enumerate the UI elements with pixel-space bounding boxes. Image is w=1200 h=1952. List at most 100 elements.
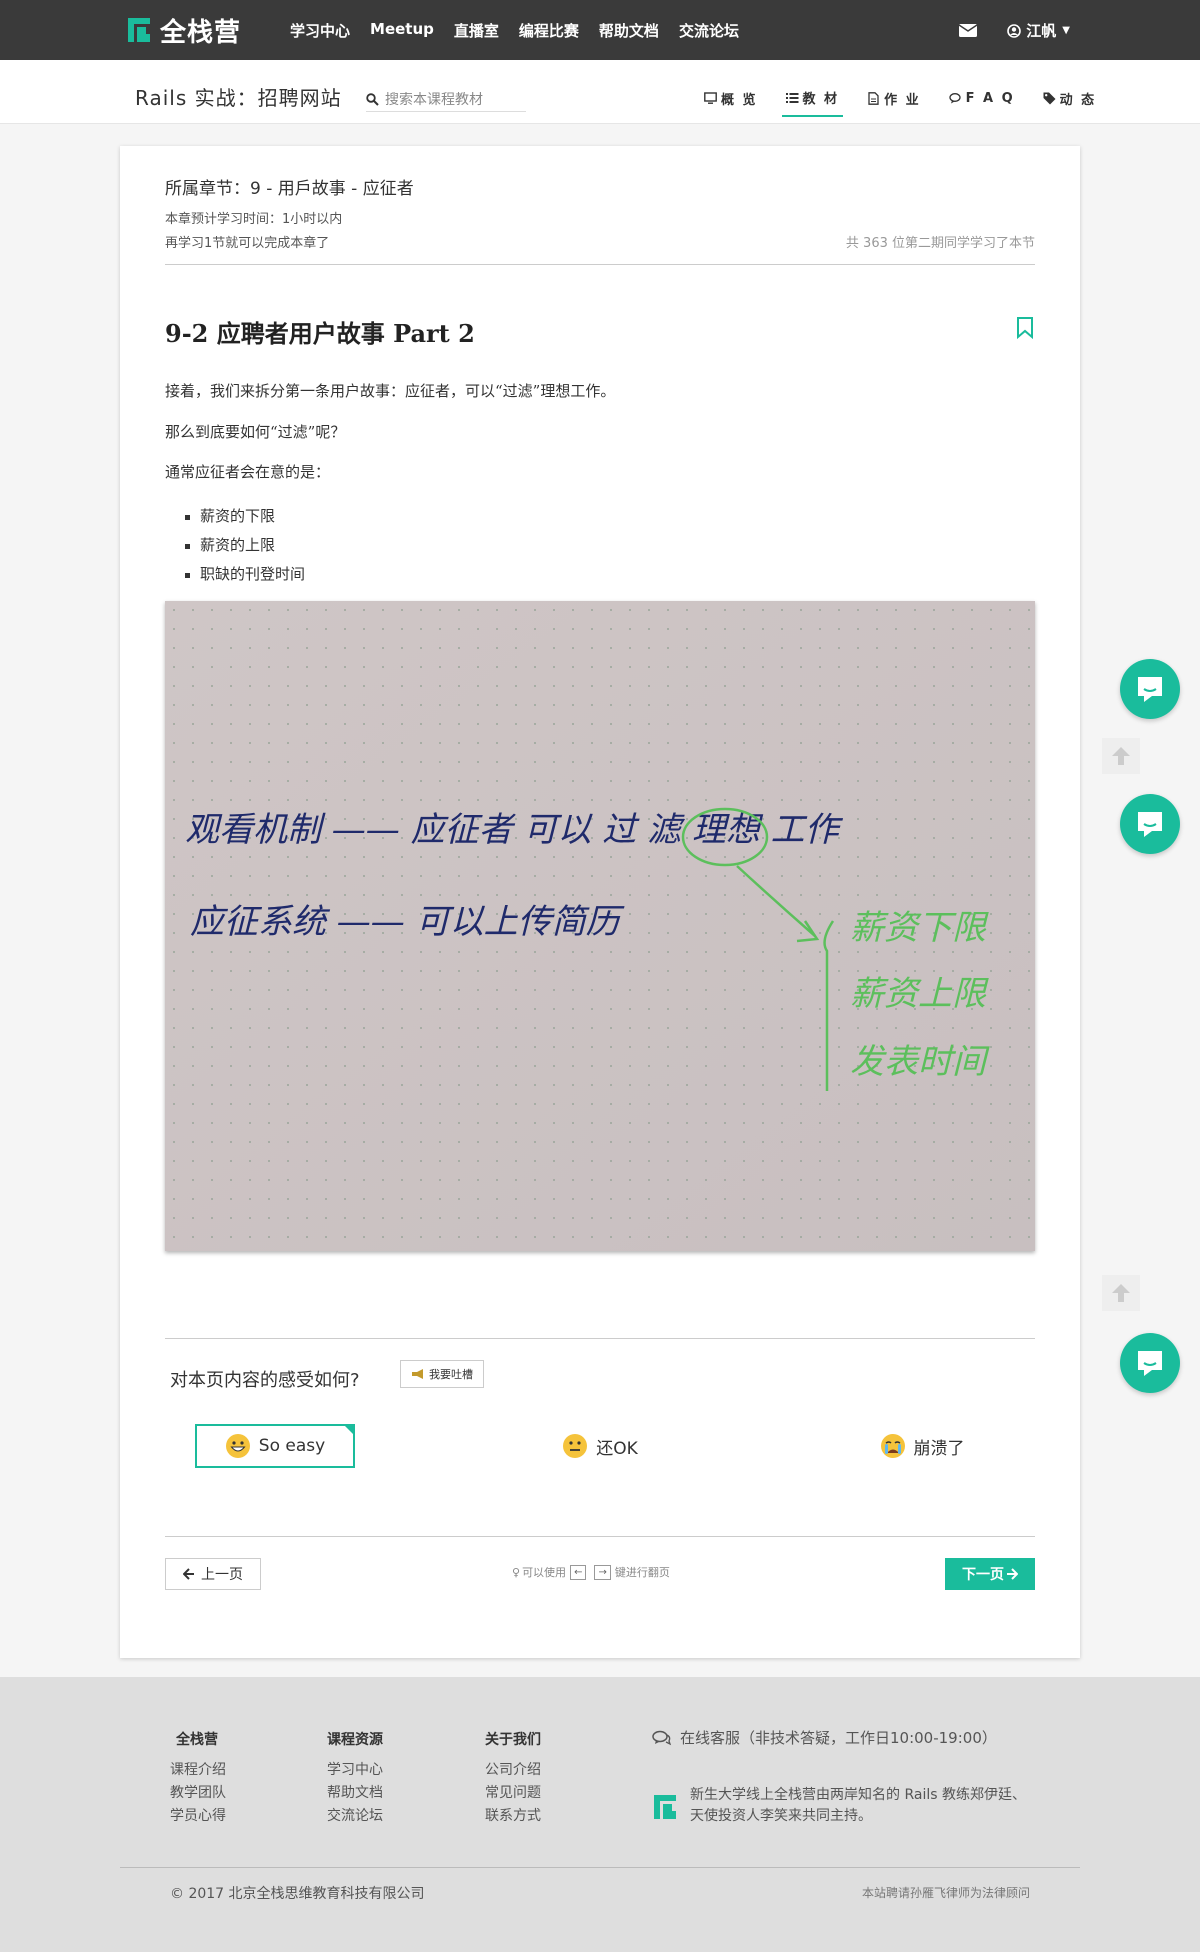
monitor-icon: [704, 92, 717, 104]
online-service[interactable]: 在线客服（非技术答疑，工作日10:00-19:00）: [652, 1727, 997, 1748]
neutral-emoji-icon: [563, 1434, 588, 1458]
footer-heading: 全栈营: [176, 1732, 218, 1748]
lesson-card: 所属章节：9 - 用戶故事 - 应征者 本章预计学习时间：1小时以内 再学习1节…: [120, 146, 1080, 1658]
course-title[interactable]: Rails 实战：招聘网站: [135, 82, 342, 111]
lesson-title: 9-2 应聘者用户故事 Part 2: [165, 319, 475, 348]
nav-link-learning-center[interactable]: 学习中心: [290, 20, 350, 41]
reaction-crashed[interactable]: 崩溃了: [842, 1424, 1002, 1468]
brand-name: 全栈营: [160, 17, 242, 48]
brand-logo[interactable]: 全栈营: [124, 12, 241, 48]
footer-column-camp: 全栈营 课程介绍 教学团队 学员心得: [170, 1729, 226, 1828]
user-menu[interactable]: 江帆: [1026, 20, 1056, 41]
bookmark-icon[interactable]: [1015, 316, 1035, 340]
reaction-so-easy[interactable]: So easy: [195, 1424, 355, 1468]
chat-icon: [1138, 812, 1162, 837]
course-header: Rails 实战：招聘网站 概 览 教 材 作 业 F A Q 动 态: [0, 60, 1200, 124]
nav-link-forum[interactable]: 交流论坛: [679, 20, 739, 41]
tab-label: 作 业: [884, 93, 921, 108]
prev-page-button[interactable]: 上一页: [165, 1558, 261, 1590]
crying-emoji-icon: [880, 1434, 905, 1458]
footer-link[interactable]: 学员心得: [170, 1805, 226, 1828]
notes-line-2: 应征系统 —— 可以上传简历: [190, 902, 625, 942]
keyboard-hint: ♀ 可以使用 ← → 键进行翻页: [512, 1564, 670, 1580]
footer-link[interactable]: 常见问题: [485, 1782, 541, 1805]
list-icon: [785, 93, 799, 103]
back-to-top-button[interactable]: [1102, 1275, 1140, 1311]
tab-materials[interactable]: 教 材: [781, 88, 844, 117]
nav-link-contest[interactable]: 编程比赛: [519, 20, 579, 41]
feedback-question: 对本页内容的感受如何?: [170, 1370, 360, 1391]
footer-link[interactable]: 学习中心: [327, 1759, 383, 1782]
list-item: 职缺的刊登时间: [180, 560, 305, 589]
list-item: 薪资的下限: [180, 502, 305, 531]
mail-icon[interactable]: [959, 24, 978, 37]
back-to-top-button[interactable]: [1102, 738, 1140, 774]
top-navbar: 全栈营 学习中心 Meetup 直播室 编程比赛 帮助文档 交流论坛 江帆 ▼: [0, 0, 1200, 60]
footer-link[interactable]: 教学团队: [170, 1782, 226, 1805]
footer-heading: 关于我们: [485, 1732, 541, 1748]
nav-link-help-docs[interactable]: 帮助文档: [599, 20, 659, 41]
search-icon: [366, 93, 379, 106]
copyright: © 2017 北京全栈思维教育科技有限公司: [170, 1886, 425, 1902]
paragraph: 通常应征者会在意的是：: [165, 463, 331, 481]
notes-green-3: 发表时间: [850, 1042, 990, 1082]
reaction-label: So easy: [258, 1436, 326, 1456]
reaction-label: 还OK: [596, 1438, 638, 1459]
paragraph: 接着，我们来拆分第一条用户故事：应征者，可以“过滤”理想工作。: [165, 382, 616, 400]
tab-label: 动 态: [1059, 93, 1097, 108]
notes-illustration: 观看机制 —— 应征者 可以 过 滤 理想 工作 应征系统 —— 可以上传简历 …: [165, 601, 1035, 1251]
lightbulb-icon: ♀: [512, 1565, 521, 1579]
reaction-label: 崩溃了: [913, 1438, 965, 1459]
chat-button[interactable]: [1120, 1333, 1180, 1393]
search-input[interactable]: [385, 91, 520, 108]
user-circle-icon: [1007, 23, 1022, 38]
tab-homework[interactable]: 作 业: [863, 88, 925, 117]
reaction-ok[interactable]: 还OK: [520, 1424, 680, 1468]
arrow-right-icon: [1007, 1568, 1018, 1580]
notes-green-2: 薪资上限: [850, 974, 989, 1014]
caret-down-icon[interactable]: ▼: [1062, 25, 1070, 36]
next-page-button[interactable]: 下一页: [945, 1558, 1035, 1590]
megaphone-icon: [412, 1369, 423, 1379]
tab-overview[interactable]: 概 览: [700, 88, 762, 117]
remaining-progress: 再学习1节就可以完成本章了: [165, 236, 330, 251]
divider: [165, 264, 1035, 265]
chat-button[interactable]: [1120, 794, 1180, 854]
learner-count: 共 363 位第二期同学学习了本节: [845, 236, 1035, 251]
footer-column-resources: 课程资源 学习中心 帮助文档 交流论坛: [327, 1729, 383, 1828]
nav-link-meetup[interactable]: Meetup: [370, 20, 434, 41]
tab-label: 概 览: [721, 93, 758, 108]
key-left: ←: [570, 1564, 587, 1580]
footer-link[interactable]: 课程介绍: [170, 1759, 226, 1782]
chat-button[interactable]: [1120, 659, 1180, 719]
complain-button[interactable]: 我要吐槽: [400, 1360, 484, 1388]
footer-link[interactable]: 帮助文档: [327, 1782, 383, 1805]
about-text: 新生大学线上全栈营由两岸知名的 Rails 教练郑伊廷、天使投资人李笑来共同主持…: [690, 1787, 1026, 1824]
divider: [165, 1338, 1035, 1339]
tab-activity[interactable]: 动 态: [1039, 88, 1101, 117]
arrow-left-icon: [183, 1568, 194, 1580]
course-search: [366, 88, 526, 112]
footer-link[interactable]: 公司介绍: [485, 1759, 541, 1782]
logo-icon: [128, 18, 150, 42]
legal-notice: 本站聘请孙雁飞律师为法律顾问: [861, 1886, 1030, 1900]
comments-icon: [948, 93, 961, 104]
main-nav: 学习中心 Meetup 直播室 编程比赛 帮助文档 交流论坛: [290, 20, 759, 41]
footer-link[interactable]: 交流论坛: [327, 1805, 383, 1828]
nav-link-live-room[interactable]: 直播室: [454, 20, 499, 41]
tab-label: 教 材: [802, 92, 840, 107]
tab-faq[interactable]: F A Q: [945, 88, 1019, 117]
next-label: 下一页: [962, 1567, 1004, 1583]
study-time: 本章预计学习时间：1小时以内: [165, 212, 343, 227]
course-tabs: 概 览 教 材 作 业 F A Q 动 态: [700, 88, 1120, 117]
list-item: 薪资的上限: [180, 531, 305, 560]
tab-label: F A Q: [965, 91, 1015, 106]
arrow-up-icon: [1112, 1284, 1130, 1302]
chat-icon: [1138, 1351, 1162, 1376]
hint-text: 键进行翻页: [614, 1566, 670, 1579]
hint-text: 可以使用: [522, 1566, 567, 1579]
complain-label: 我要吐槽: [429, 1368, 473, 1381]
footer-link[interactable]: 联系方式: [485, 1805, 541, 1828]
chat-icon: [1138, 677, 1162, 702]
file-icon: [868, 92, 879, 105]
